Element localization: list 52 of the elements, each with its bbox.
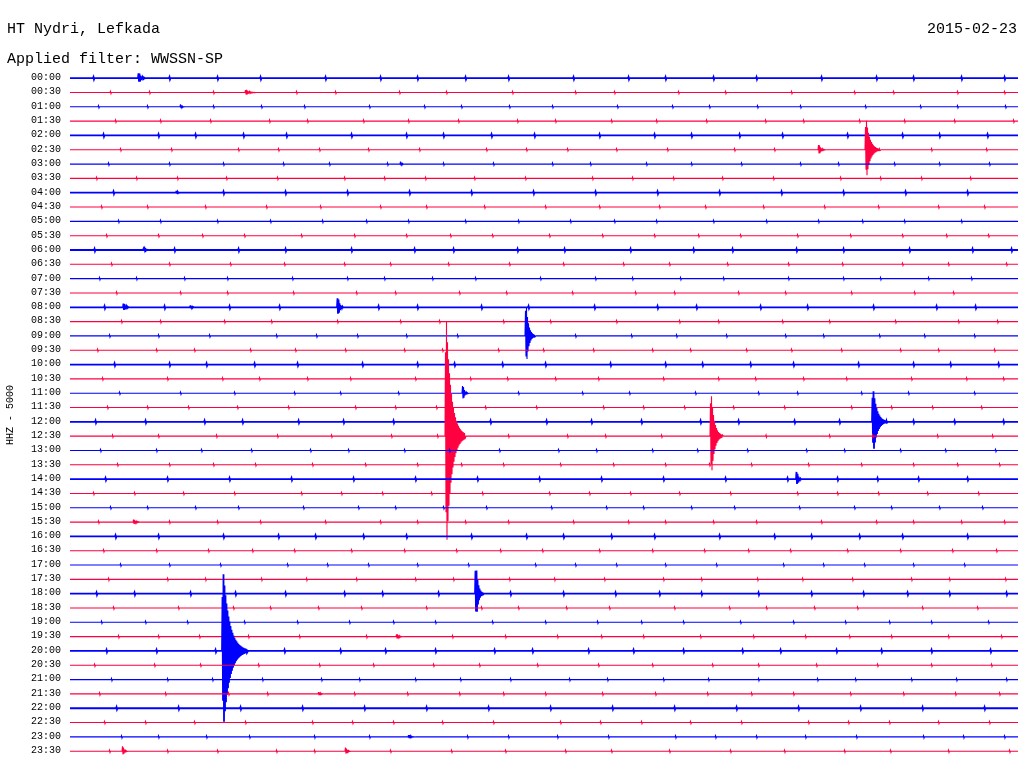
time-label: 18:00 xyxy=(31,587,61,600)
time-label: 16:00 xyxy=(31,530,61,543)
time-label: 13:00 xyxy=(31,444,61,457)
time-label: 02:00 xyxy=(31,129,61,142)
time-label: 09:00 xyxy=(31,329,61,342)
time-label: 11:00 xyxy=(31,387,61,400)
time-label: 03:00 xyxy=(31,158,61,171)
date-label: 2015-02-23 xyxy=(927,20,1017,40)
time-label: 17:00 xyxy=(31,558,61,571)
time-label: 12:30 xyxy=(31,429,61,442)
time-label: 01:30 xyxy=(31,115,61,128)
time-label: 20:30 xyxy=(31,658,61,671)
time-label: 23:00 xyxy=(31,730,61,743)
time-label: 13:30 xyxy=(31,458,61,471)
time-label: 12:00 xyxy=(31,415,61,428)
time-label: 08:30 xyxy=(31,315,61,328)
time-label: 15:00 xyxy=(31,501,61,514)
time-label: 10:00 xyxy=(31,358,61,371)
time-label: 05:00 xyxy=(31,215,61,228)
time-label: 22:00 xyxy=(31,701,61,714)
time-label: 17:30 xyxy=(31,573,61,586)
time-label: 03:30 xyxy=(31,172,61,185)
time-label: 00:00 xyxy=(31,72,61,85)
time-label: 21:00 xyxy=(31,673,61,686)
filter-label: Applied filter: WWSSN-SP xyxy=(7,51,224,68)
axis-label: HHZ - 5000 xyxy=(3,384,17,445)
time-label: 19:00 xyxy=(31,616,61,629)
time-label: 06:30 xyxy=(31,258,61,271)
time-label: 23:30 xyxy=(31,744,61,757)
time-label: 07:00 xyxy=(31,272,61,285)
time-label: 06:00 xyxy=(31,243,61,256)
time-label: 10:30 xyxy=(31,372,61,385)
station-title: HT Nydri, Lefkada xyxy=(7,20,161,40)
time-label: 16:30 xyxy=(31,544,61,557)
time-label: 22:30 xyxy=(31,716,61,729)
time-label: 14:00 xyxy=(31,472,61,485)
time-label: 01:00 xyxy=(31,100,61,113)
time-label: 08:00 xyxy=(31,301,61,314)
time-label: 02:30 xyxy=(31,143,61,156)
time-label: 04:30 xyxy=(31,200,61,213)
time-label: 14:30 xyxy=(31,487,61,500)
time-label: 19:30 xyxy=(31,630,61,643)
time-label: 04:00 xyxy=(31,186,61,199)
time-label: 18:30 xyxy=(31,601,61,614)
time-label: 20:00 xyxy=(31,644,61,657)
time-label: 05:30 xyxy=(31,229,61,242)
time-label: 00:30 xyxy=(31,86,61,99)
time-label: 21:30 xyxy=(31,687,61,700)
time-label: 09:30 xyxy=(31,344,61,357)
time-label: 07:30 xyxy=(31,286,61,299)
time-label: 11:30 xyxy=(31,401,61,414)
time-label: 15:30 xyxy=(31,515,61,528)
